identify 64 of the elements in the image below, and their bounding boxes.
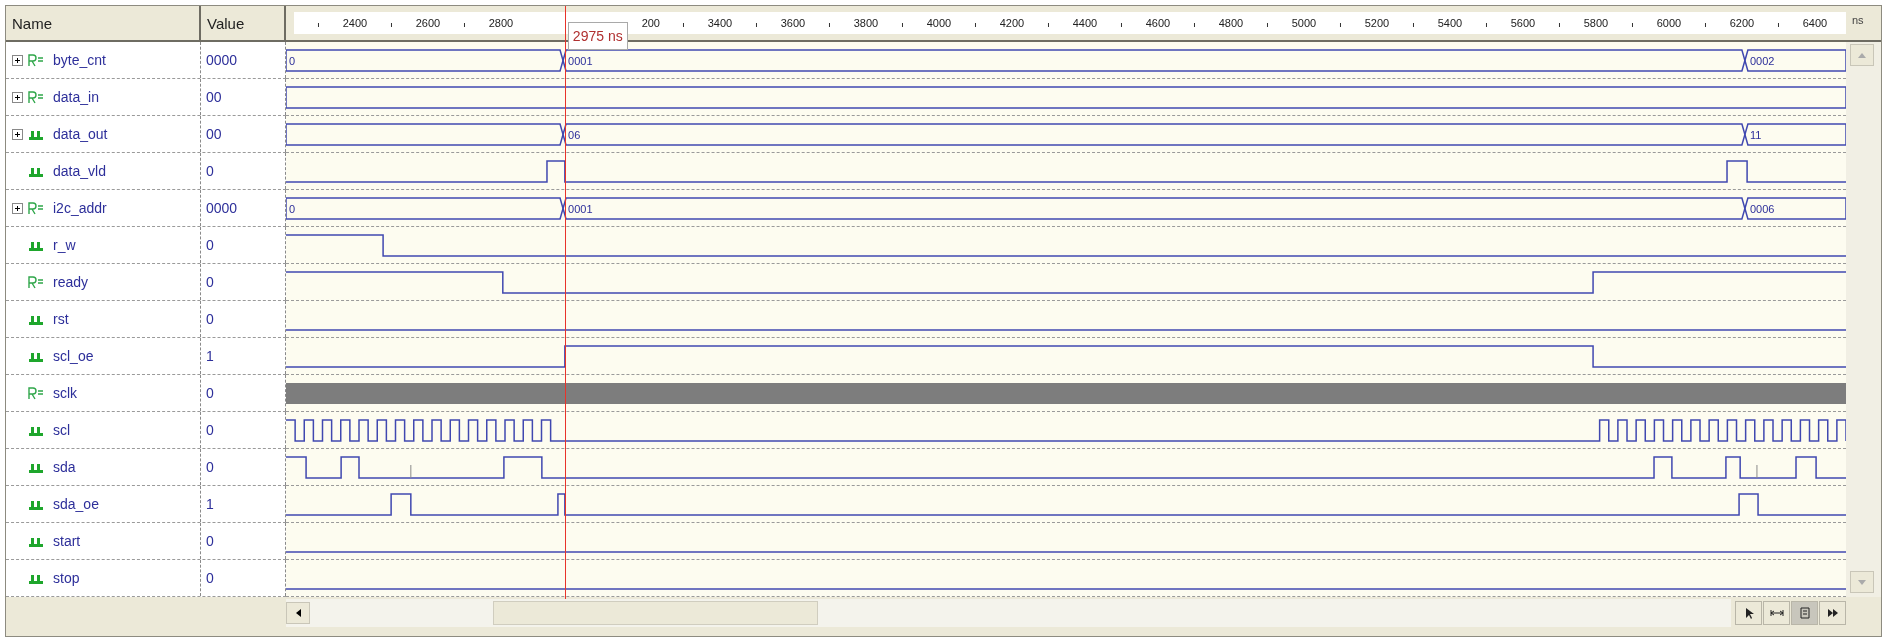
signal-name[interactable]: ready bbox=[53, 274, 89, 290]
signal-name[interactable]: start bbox=[53, 533, 81, 549]
time-label: 5600 bbox=[1510, 17, 1536, 29]
signal-name[interactable]: sda bbox=[53, 459, 76, 475]
time-label: 5400 bbox=[1437, 17, 1463, 29]
time-label: 6400 bbox=[1802, 17, 1828, 29]
bus-value: 0006 bbox=[1749, 202, 1775, 215]
bus-value: 0 bbox=[289, 54, 296, 67]
signal-name[interactable]: data_out bbox=[53, 126, 108, 142]
expand-icon[interactable] bbox=[12, 54, 23, 66]
time-label: 4600 bbox=[1145, 17, 1171, 29]
up-arrow-icon bbox=[1858, 52, 1866, 58]
signal-name[interactable]: data_vld bbox=[53, 163, 106, 179]
bus-value: 0 bbox=[289, 202, 296, 215]
time-label: 2800 bbox=[488, 17, 514, 29]
time-label: 200 bbox=[641, 17, 660, 29]
time-label: 5200 bbox=[1364, 17, 1390, 29]
signal-name[interactable]: scl_oe bbox=[53, 348, 94, 364]
time-label: 6000 bbox=[1656, 17, 1682, 29]
cursor-tool-button[interactable] bbox=[1735, 601, 1762, 625]
time-label: 4800 bbox=[1218, 17, 1244, 29]
time-label: 5800 bbox=[1583, 17, 1609, 29]
signal-name[interactable]: r_w bbox=[53, 237, 76, 253]
marker-tool-button[interactable] bbox=[1791, 601, 1818, 625]
time-label: 2600 bbox=[415, 17, 441, 29]
signal-name[interactable]: scl bbox=[53, 422, 71, 438]
bus-value: 0001 bbox=[568, 54, 593, 67]
signal-name[interactable]: sda_oe bbox=[53, 496, 99, 512]
time-cursor[interactable] bbox=[564, 6, 566, 599]
time-label: 5000 bbox=[1291, 17, 1317, 29]
scroll-left-button[interactable] bbox=[286, 602, 310, 624]
time-label: 3400 bbox=[707, 17, 733, 29]
pointer-icon bbox=[1743, 607, 1754, 619]
bus-value: 06 bbox=[568, 128, 581, 141]
cursor-time-label: 2975 ns bbox=[567, 22, 628, 50]
signal-name[interactable]: i2c_addr bbox=[53, 200, 107, 216]
glitch-mark bbox=[410, 464, 412, 479]
time-label: 2400 bbox=[342, 17, 368, 29]
time-label: 4000 bbox=[926, 17, 952, 29]
fast-forward-icon bbox=[1826, 608, 1839, 618]
time-label: 3800 bbox=[853, 17, 879, 29]
down-arrow-icon bbox=[1858, 579, 1866, 585]
signal-name[interactable]: sclk bbox=[53, 385, 78, 401]
jump-end-button[interactable] bbox=[1819, 601, 1846, 625]
time-unit: ns bbox=[1851, 13, 1864, 28]
bus-value: 11 bbox=[1749, 128, 1762, 141]
bus-value: 0002 bbox=[1749, 54, 1775, 67]
expand-icon[interactable] bbox=[12, 128, 23, 140]
time-label: 4200 bbox=[999, 17, 1025, 29]
glitch-mark bbox=[1756, 464, 1758, 479]
expand-icon[interactable] bbox=[12, 91, 23, 103]
scrollbar-thumb[interactable] bbox=[493, 601, 818, 625]
signal-name[interactable]: stop bbox=[53, 570, 80, 586]
time-label: 3600 bbox=[780, 17, 806, 29]
left-arrow-icon bbox=[295, 609, 301, 617]
bus-value: 0001 bbox=[568, 202, 593, 215]
signal-name[interactable]: data_in bbox=[53, 89, 99, 105]
expand-icon[interactable] bbox=[12, 202, 23, 214]
fit-width-icon bbox=[1769, 608, 1784, 618]
time-label: 4400 bbox=[1072, 17, 1098, 29]
time-label: 6200 bbox=[1729, 17, 1755, 29]
signal-name[interactable]: rst bbox=[53, 311, 69, 327]
document-icon bbox=[1798, 607, 1811, 619]
signal-name[interactable]: byte_cnt bbox=[53, 52, 106, 68]
